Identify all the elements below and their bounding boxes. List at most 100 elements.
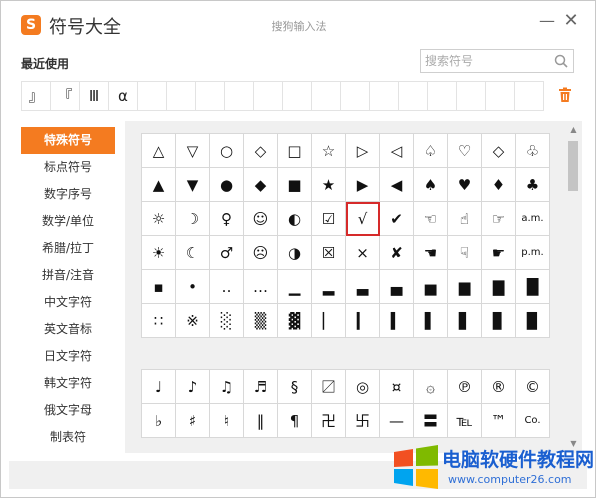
symbol-cell[interactable]: ×: [346, 236, 380, 270]
symbol-cell[interactable]: ©: [516, 370, 550, 404]
symbol-cell[interactable]: ℗: [448, 370, 482, 404]
symbol-cell[interactable]: ▃: [346, 270, 380, 304]
symbol-cell[interactable]: a.m.: [516, 202, 550, 236]
symbol-cell[interactable]: ▶: [346, 168, 380, 202]
recent-symbol-cell[interactable]: [340, 81, 370, 111]
symbol-cell[interactable]: ‖: [244, 404, 278, 438]
scroll-thumb[interactable]: [568, 141, 578, 191]
sidebar-item-category[interactable]: 日文字符: [21, 343, 115, 370]
sidebar-item-category[interactable]: 希腊/拉丁: [21, 235, 115, 262]
symbol-cell[interactable]: ☀: [142, 236, 176, 270]
symbol-cell[interactable]: ☚: [414, 236, 448, 270]
symbol-cell[interactable]: 〓: [414, 404, 448, 438]
symbol-cell[interactable]: ■: [278, 168, 312, 202]
symbol-cell[interactable]: √: [346, 202, 380, 236]
symbol-cell[interactable]: ♩: [142, 370, 176, 404]
symbol-cell[interactable]: ♬: [244, 370, 278, 404]
symbol-cell[interactable]: ▅: [414, 270, 448, 304]
symbol-cell[interactable]: ░: [210, 304, 244, 338]
symbol-cell[interactable]: ▋: [448, 304, 482, 338]
symbol-cell[interactable]: Co.: [516, 404, 550, 438]
symbol-cell[interactable]: ▷: [346, 134, 380, 168]
symbol-cell[interactable]: █: [516, 270, 550, 304]
symbol-cell[interactable]: ◇: [244, 134, 278, 168]
symbol-cell[interactable]: ◀: [380, 168, 414, 202]
vertical-scrollbar[interactable]: ▲ ▼: [565, 121, 582, 453]
sidebar-item-category[interactable]: 英文音标: [21, 316, 115, 343]
symbol-cell[interactable]: ◇: [482, 134, 516, 168]
recent-symbol-cell[interactable]: [282, 81, 312, 111]
symbol-cell[interactable]: ♮: [210, 404, 244, 438]
symbol-cell[interactable]: ☜: [414, 202, 448, 236]
recent-symbol-cell[interactable]: [224, 81, 254, 111]
sidebar-item-category[interactable]: 数学/单位: [21, 208, 115, 235]
recent-symbol-cell[interactable]: 『: [50, 81, 80, 111]
symbol-cell[interactable]: ▒: [244, 304, 278, 338]
symbol-cell[interactable]: p.m.: [516, 236, 550, 270]
symbol-cell[interactable]: ○: [210, 134, 244, 168]
symbol-cell[interactable]: ®: [482, 370, 516, 404]
recent-symbol-cell[interactable]: [137, 81, 167, 111]
symbol-cell[interactable]: ▍: [380, 304, 414, 338]
symbol-cell[interactable]: ✔: [380, 202, 414, 236]
symbol-cell[interactable]: 〼: [312, 370, 346, 404]
symbol-cell[interactable]: ♂: [210, 236, 244, 270]
symbol-cell[interactable]: ▊: [482, 304, 516, 338]
close-button[interactable]: ✕: [561, 11, 581, 31]
symbol-cell[interactable]: ●: [210, 168, 244, 202]
symbol-cell[interactable]: ▽: [176, 134, 210, 168]
symbol-cell[interactable]: ☺: [244, 202, 278, 236]
symbol-scroll-area[interactable]: △ ▽ ○ ◇ □ ☆ ▷ ◁ ♤ ♡ ◇ ♧ ▲ ▼ ● ◆ ■ ★ ▶ ◀ ♠ ♥ ♦ ♣ ☼ ☽ ♀ ☺ ◐ ☑ √ ✔ ☜ ☝ ☞ a.m. ☀…: [125, 121, 565, 453]
symbol-cell[interactable]: ♪: [176, 370, 210, 404]
symbol-cell[interactable]: …: [244, 270, 278, 304]
symbol-cell[interactable]: 卍: [312, 404, 346, 438]
recent-symbol-cell[interactable]: Ⅲ: [79, 81, 109, 111]
symbol-cell[interactable]: ♭: [142, 404, 176, 438]
symbol-cell[interactable]: ☑: [312, 202, 346, 236]
minimize-button[interactable]: —: [537, 11, 557, 31]
symbol-cell[interactable]: ♯: [176, 404, 210, 438]
scroll-up-arrow-icon[interactable]: ▲: [569, 125, 578, 135]
symbol-cell[interactable]: ℡: [448, 404, 482, 438]
sidebar-item-category[interactable]: 韩文字符: [21, 370, 115, 397]
symbol-cell[interactable]: ※: [176, 304, 210, 338]
symbol-cell[interactable]: ▓: [278, 304, 312, 338]
sidebar-item-category[interactable]: 制表符: [21, 424, 115, 451]
search-input[interactable]: [425, 52, 545, 70]
symbol-cell[interactable]: ♣: [516, 168, 550, 202]
recent-symbol-cell[interactable]: [369, 81, 399, 111]
symbol-cell[interactable]: ☆: [312, 134, 346, 168]
symbol-cell[interactable]: ▂: [312, 270, 346, 304]
symbol-cell[interactable]: ☟: [448, 236, 482, 270]
symbol-cell[interactable]: ▁: [278, 270, 312, 304]
symbol-cell[interactable]: ▇: [482, 270, 516, 304]
symbol-cell[interactable]: •: [176, 270, 210, 304]
sidebar-item-category[interactable]: 拼音/注音: [21, 262, 115, 289]
symbol-cell[interactable]: ☾: [176, 236, 210, 270]
symbol-cell[interactable]: ◆: [244, 168, 278, 202]
symbol-cell[interactable]: ☒: [312, 236, 346, 270]
sidebar-item-category[interactable]: 俄文字母: [21, 397, 115, 424]
trash-icon[interactable]: [558, 87, 572, 103]
symbol-cell[interactable]: ♧: [516, 134, 550, 168]
symbol-cell[interactable]: ☞: [482, 202, 516, 236]
recent-symbol-cell[interactable]: [311, 81, 341, 111]
recent-symbol-cell[interactable]: [195, 81, 225, 111]
symbol-cell[interactable]: ▪: [142, 270, 176, 304]
symbol-cell[interactable]: ‥: [210, 270, 244, 304]
symbol-cell[interactable]: §: [278, 370, 312, 404]
sidebar-item-category[interactable]: 特殊符号: [21, 127, 115, 154]
recent-symbol-cell[interactable]: [485, 81, 515, 111]
symbol-cell[interactable]: ۞: [414, 370, 448, 404]
symbol-cell[interactable]: ☛: [482, 236, 516, 270]
recent-symbol-cell[interactable]: [427, 81, 457, 111]
symbol-cell[interactable]: ¶: [278, 404, 312, 438]
symbol-cell[interactable]: ▲: [142, 168, 176, 202]
symbol-cell[interactable]: ▎: [346, 304, 380, 338]
symbol-cell[interactable]: ✘: [380, 236, 414, 270]
sidebar-item-category[interactable]: 数字序号: [21, 181, 115, 208]
sidebar-item-category[interactable]: 标点符号: [21, 154, 115, 181]
symbol-cell[interactable]: ♠: [414, 168, 448, 202]
symbol-cell[interactable]: ™: [482, 404, 516, 438]
symbol-cell[interactable]: ♡: [448, 134, 482, 168]
